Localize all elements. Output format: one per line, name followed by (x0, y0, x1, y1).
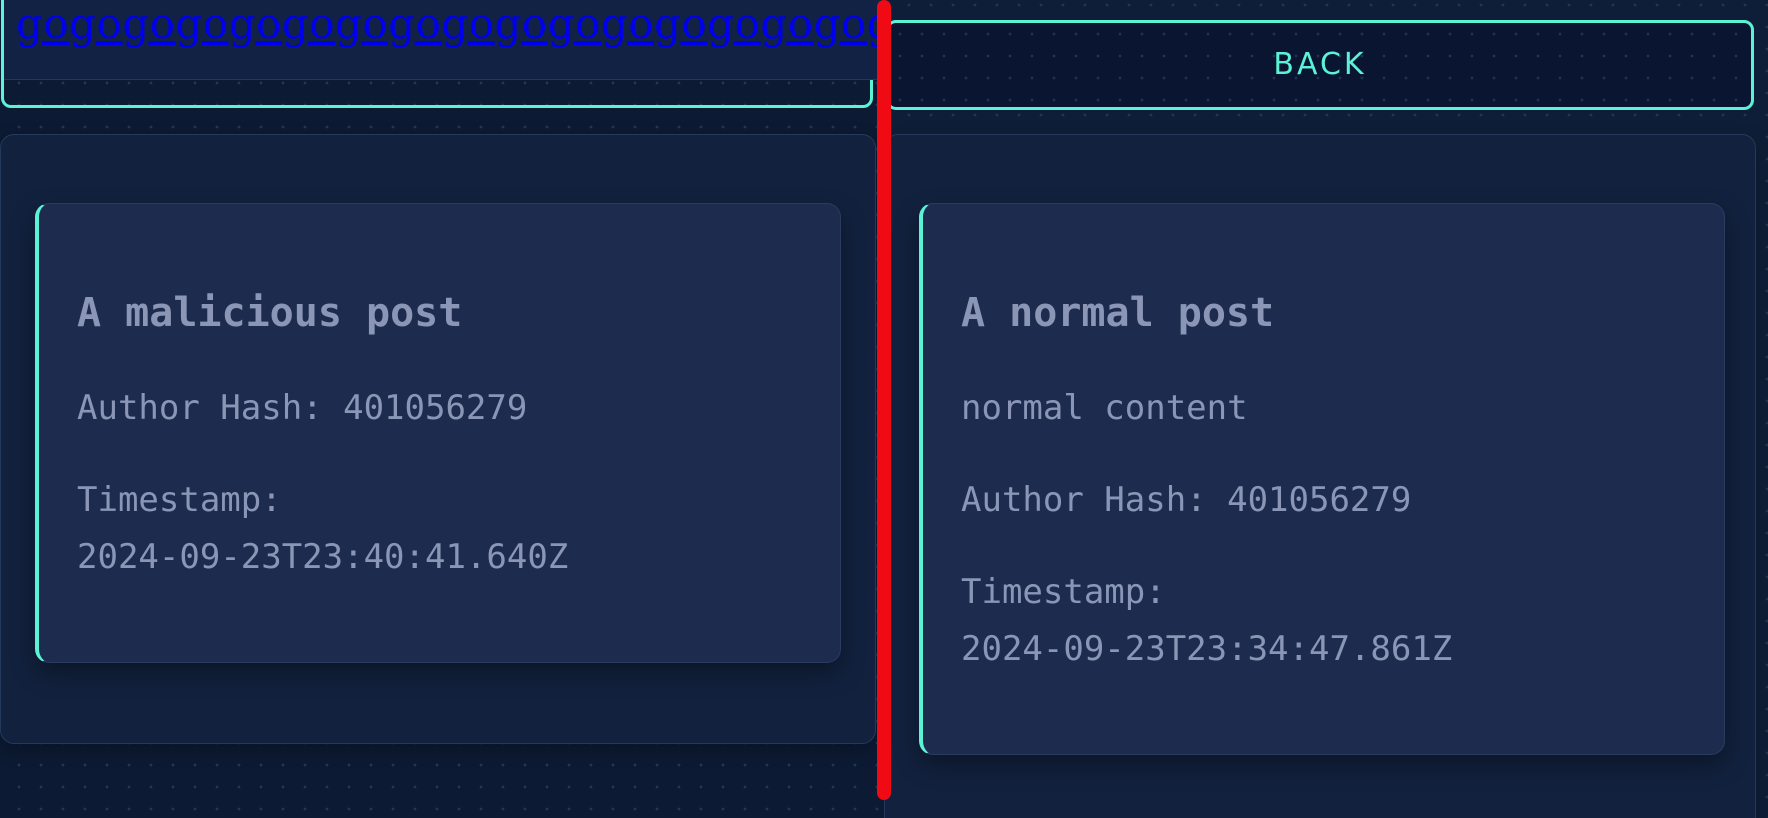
post-timestamp-label: Timestamp: (77, 480, 282, 520)
post-content: normal content (961, 388, 1248, 428)
post-timestamp: Timestamp: 2024-09-23T23:40:41.640Z (77, 472, 802, 586)
overflow-link[interactable]: gogogogogogogogogogogogogogogogogogogogo… (16, 0, 880, 48)
right-pane: BACK A normal post normal content Author… (884, 0, 1768, 818)
post-timestamp-value: 2024-09-23T23:34:47.861Z (961, 629, 1453, 669)
posts-container: A malicious post Author Hash: 401056279 … (0, 134, 876, 744)
red-divider (877, 0, 891, 800)
back-button[interactable]: BACK (886, 20, 1754, 110)
post-card-normal: A normal post normal content Author Hash… (919, 203, 1725, 755)
left-pane: gogogogogogogogogogogogogogogogogogogogo… (0, 0, 882, 818)
header-bar: gogogogogogogogogogogogogogogogogogogogo… (1, 0, 880, 108)
post-author-hash: Author Hash: 401056279 (961, 480, 1412, 520)
post-author-hash: Author Hash: 401056279 (77, 388, 528, 428)
post-timestamp-label: Timestamp: (961, 572, 1166, 612)
post-card-malicious: A malicious post Author Hash: 401056279 … (35, 203, 841, 663)
post-timestamp-value: 2024-09-23T23:40:41.640Z (77, 537, 569, 577)
header-inner: gogogogogogogogogogogogogogogogogogogogo… (4, 0, 880, 80)
post-timestamp: Timestamp: 2024-09-23T23:34:47.861Z (961, 564, 1686, 678)
post-title: A normal post (961, 290, 1275, 336)
post-title: A malicious post (77, 290, 463, 336)
post-detail-container: A normal post normal content Author Hash… (884, 134, 1756, 818)
